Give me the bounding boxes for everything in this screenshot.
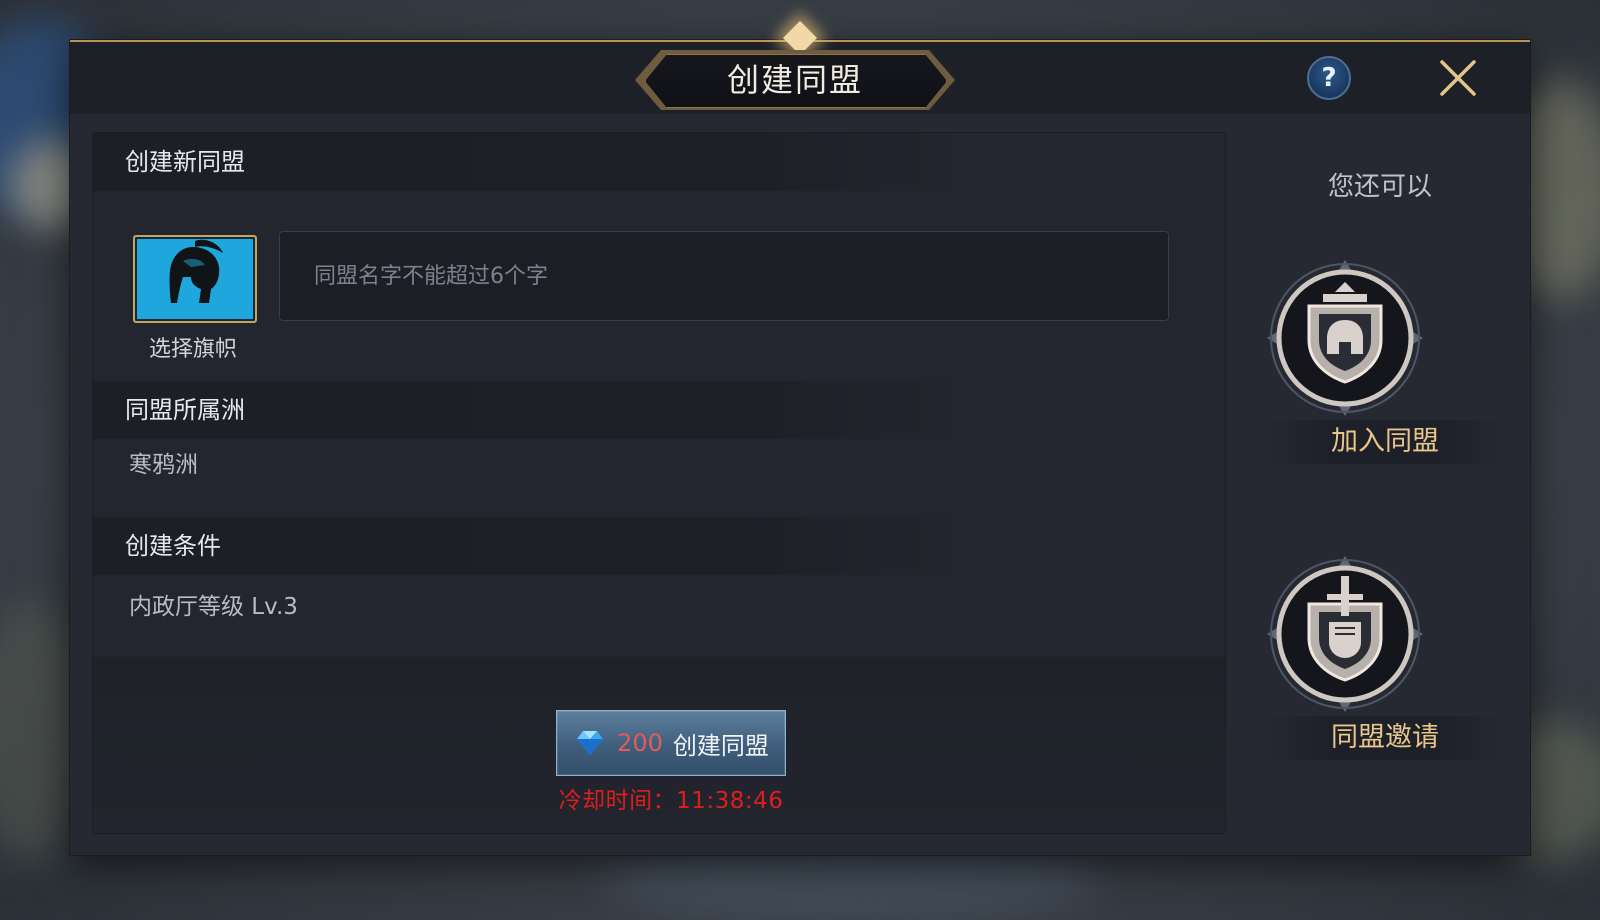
- alliance-invite-label[interactable]: 同盟邀请: [1260, 716, 1510, 760]
- flag-selector[interactable]: [133, 235, 257, 323]
- create-button-label: 创建同盟: [672, 731, 769, 760]
- join-alliance-button[interactable]: [1265, 258, 1425, 418]
- gem-icon: [577, 731, 604, 755]
- help-button[interactable]: ?: [1307, 56, 1351, 100]
- side-panel-title: 您还可以: [1327, 172, 1432, 202]
- close-button[interactable]: [1438, 58, 1478, 98]
- title-bar: 创建同盟 ?: [70, 21, 1530, 114]
- continent-value: 寒鸦洲: [129, 452, 198, 478]
- ornament-diamond-icon: [783, 21, 817, 55]
- dialog-title: 创建同盟: [726, 61, 863, 99]
- section-heading-conditions: 创建条件: [93, 517, 973, 575]
- alliance-invite-button[interactable]: [1265, 554, 1425, 714]
- flag-label: 选择旗帜: [148, 337, 237, 362]
- create-alliance-dialog: 创建同盟 ? 创建新同盟 选择旗帜 同盟所属洲 寒鸦洲 创建条件 内政厅等级 L…: [70, 21, 1530, 855]
- alliance-name-input[interactable]: [279, 231, 1169, 321]
- spartan-helmet-icon: [169, 239, 223, 303]
- condition-value: 内政厅等级 Lv.3: [129, 594, 298, 620]
- join-alliance-label[interactable]: 加入同盟: [1260, 420, 1510, 464]
- section-heading-create: 创建新同盟: [93, 133, 973, 191]
- cooldown-timer: 冷却时间：11:38:46: [558, 788, 784, 814]
- fist-sword-emblem-icon: [1267, 556, 1423, 712]
- close-icon: [1440, 60, 1476, 96]
- cost-amount: 200: [617, 729, 663, 757]
- create-panel: 创建新同盟 选择旗帜 同盟所属洲 寒鸦洲 创建条件 内政厅等级 Lv.3 200…: [92, 132, 1226, 834]
- create-alliance-button[interactable]: 200 创建同盟: [556, 710, 786, 776]
- section-heading-continent: 同盟所属洲: [93, 381, 973, 439]
- shield-helmet-emblem-icon: [1267, 260, 1423, 416]
